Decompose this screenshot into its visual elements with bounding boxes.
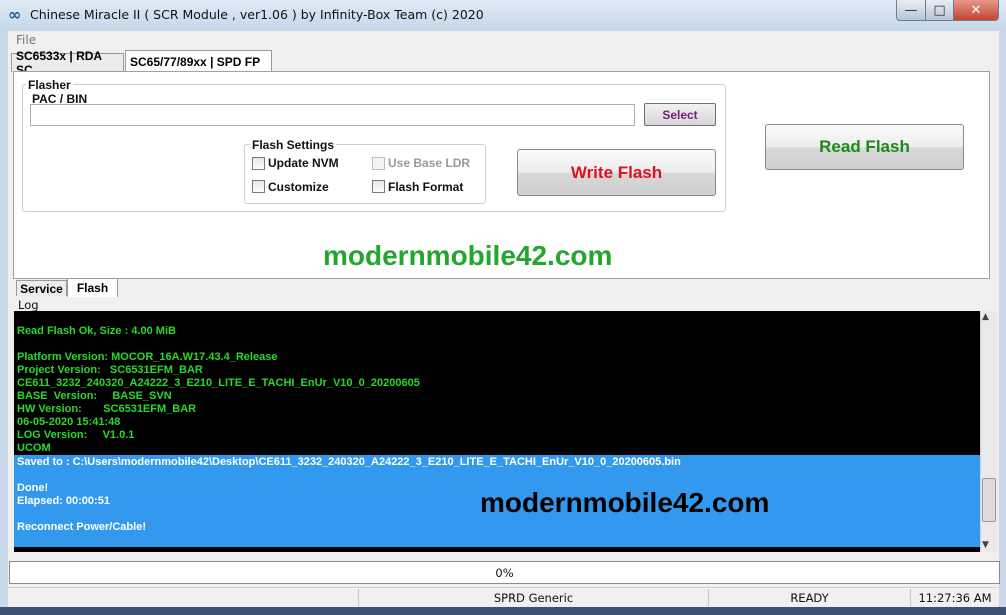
log-line: Platform Version: MOCOR_16A.W17.43.4_Rel… bbox=[17, 351, 278, 363]
update-nvm-checkbox[interactable] bbox=[252, 157, 265, 170]
log-line: 06-05-2020 15:41:48 bbox=[17, 416, 121, 428]
customize-label: Customize bbox=[268, 180, 329, 194]
minimize-icon: — bbox=[904, 2, 918, 18]
use-base-ldr-label: Use Base LDR bbox=[388, 156, 471, 170]
log-line: Read Flash Ok, Size : 4.00 MiB bbox=[17, 325, 176, 337]
write-flash-button[interactable]: Write Flash bbox=[517, 149, 716, 196]
taskbar bbox=[0, 607, 1006, 615]
menu-file[interactable]: File bbox=[16, 33, 36, 47]
tab-service[interactable]: Service bbox=[16, 280, 67, 296]
status-state: READY bbox=[709, 589, 911, 606]
progress-text: 0% bbox=[495, 565, 514, 580]
customize-checkbox[interactable] bbox=[252, 180, 265, 193]
flash-settings-group bbox=[244, 144, 486, 204]
log-line-highlighted: Done! bbox=[17, 482, 49, 494]
flash-format-label: Flash Format bbox=[388, 180, 464, 194]
infinity-icon: ∞ bbox=[8, 5, 22, 24]
log-line: LOG Version: V1.0.1 bbox=[17, 429, 135, 441]
tab-sc6533x-rda[interactable]: SC6533x | RDA SC bbox=[11, 49, 124, 77]
flasher-group-label: Flasher bbox=[26, 78, 73, 92]
maximize-icon: □ bbox=[933, 2, 946, 18]
scroll-down-icon[interactable]: ▼ bbox=[982, 540, 989, 550]
status-time: 11:27:36 AM bbox=[918, 590, 992, 605]
pac-bin-input[interactable] bbox=[30, 104, 635, 126]
log-line: Project Version: SC6531EFM_BAR bbox=[17, 364, 203, 376]
log-line: HW Version: SC6531EFM_BAR bbox=[17, 403, 197, 415]
status-cell-empty bbox=[9, 589, 359, 606]
menu-bar bbox=[8, 31, 999, 49]
tab-flash[interactable]: Flash bbox=[67, 278, 118, 297]
log-label: Log bbox=[18, 298, 39, 312]
progress-bar: 0% bbox=[9, 561, 1000, 584]
read-flash-button[interactable]: Read Flash bbox=[765, 124, 964, 170]
close-icon: ✕ bbox=[970, 2, 982, 18]
scroll-up-icon[interactable]: ▲ bbox=[982, 312, 989, 322]
watermark-text: modernmobile42.com bbox=[323, 240, 613, 271]
tab-sc65-spd[interactable]: SC65/77/89xx | SPD FP bbox=[125, 50, 272, 72]
minimize-button[interactable]: — bbox=[896, 0, 926, 21]
log-line-highlighted: Elapsed: 00:00:51 bbox=[17, 495, 110, 507]
window-title: Chinese Miracle II ( SCR Module , ver1.0… bbox=[30, 7, 484, 22]
log-line: CE611_3232_240320_A24222_3_E210_LITE_E_T… bbox=[17, 377, 420, 389]
close-button[interactable]: ✕ bbox=[953, 0, 999, 21]
use-base-ldr-checkbox[interactable] bbox=[372, 157, 385, 170]
flash-settings-label: Flash Settings bbox=[250, 138, 337, 152]
log-watermark-text: modernmobile42.com bbox=[480, 487, 770, 518]
select-file-button[interactable]: Select bbox=[644, 103, 716, 126]
update-nvm-label: Update NVM bbox=[268, 156, 339, 170]
scroll-thumb[interactable] bbox=[982, 478, 996, 522]
log-line-highlighted: Reconnect Power/Cable! bbox=[17, 521, 146, 533]
log-line: UCOM bbox=[17, 442, 51, 454]
status-model: SPRD Generic bbox=[359, 589, 709, 606]
maximize-button[interactable]: □ bbox=[925, 0, 954, 21]
log-line-highlighted: Saved to : C:\Users\modernmobile42\Deskt… bbox=[17, 456, 681, 468]
log-line: BASE Version: BASE_SVN bbox=[17, 390, 172, 402]
flash-format-checkbox[interactable] bbox=[372, 180, 385, 193]
